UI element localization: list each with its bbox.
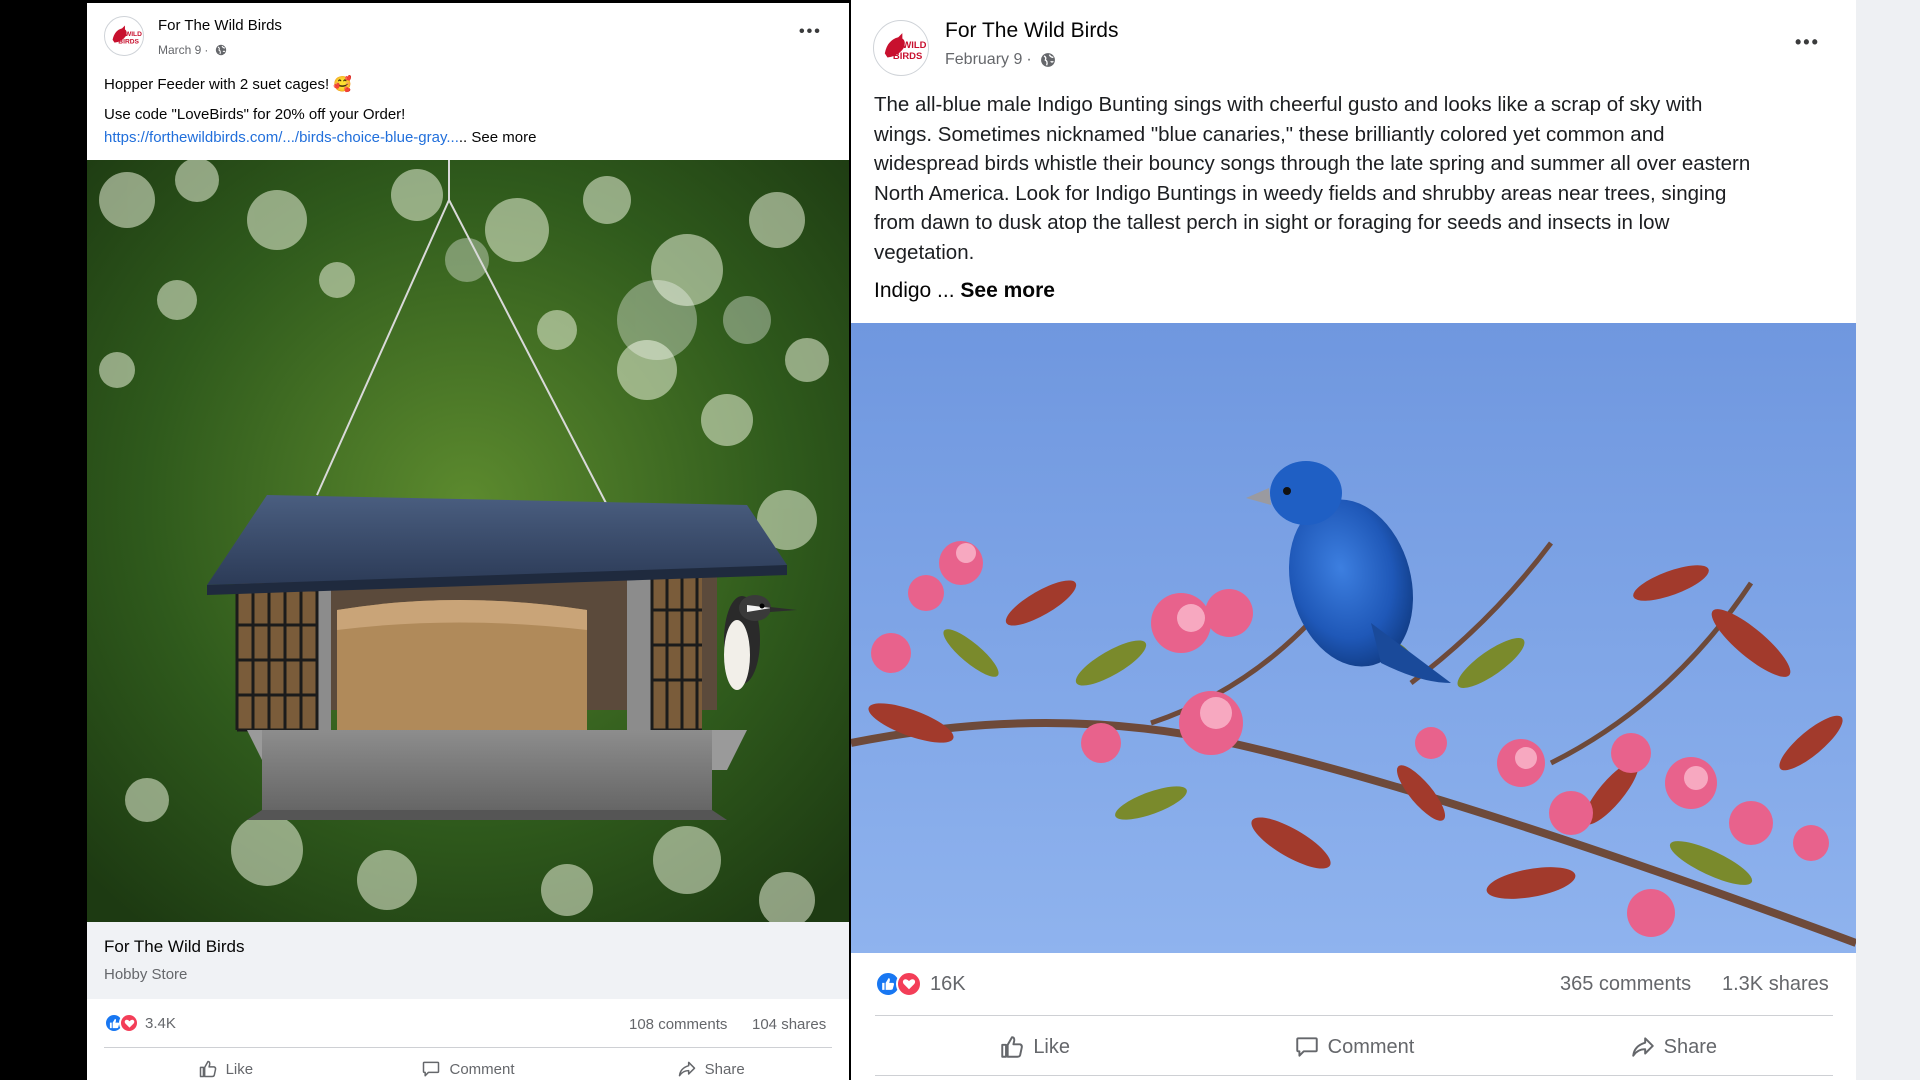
tail-text: Indigo ... — [874, 279, 961, 302]
page-name-link[interactable]: For The Wild Birds — [945, 19, 1119, 43]
page-card[interactable] — [87, 922, 849, 999]
post-photo-indigo-bunting[interactable] — [851, 323, 1856, 953]
globe-icon — [216, 44, 227, 56]
reaction-summary[interactable]: 3.4K — [104, 1013, 176, 1033]
logo-text-wild: WILD — [125, 31, 142, 38]
post-link[interactable]: https://forthewildbirds.com/.../birds-ch… — [104, 129, 459, 146]
page-card-title[interactable]: For The Wild Birds — [104, 937, 244, 957]
more-options-icon[interactable]: ••• — [799, 23, 822, 41]
thumbs-up-icon — [199, 1060, 216, 1078]
post-text-line3: https://forthewildbirds.com/.../birds-ch… — [104, 129, 536, 146]
like-button[interactable]: Like — [104, 1051, 347, 1080]
share-label: Share — [1663, 1035, 1717, 1058]
page-avatar[interactable]: WILD BIRDS — [873, 20, 929, 76]
shares-count[interactable]: 1.3K shares — [1722, 973, 1829, 996]
like-label: Like — [1033, 1035, 1071, 1058]
comments-count[interactable]: 108 comments — [629, 1016, 727, 1033]
wild-birds-logo: WILD BIRDS — [876, 23, 927, 73]
comments-count[interactable]: 365 comments — [1560, 973, 1691, 996]
logo-text-birds: BIRDS — [118, 39, 139, 46]
page-name-link[interactable]: For The Wild Birds — [158, 17, 282, 34]
reaction-summary[interactable]: 16K — [875, 971, 966, 997]
shares-count[interactable]: 104 shares — [752, 1016, 826, 1033]
love-reaction-icon — [896, 971, 922, 997]
thumbs-up-icon — [1001, 1036, 1024, 1058]
post-text-line2: Use code "LoveBirds" for 20% off your Or… — [104, 106, 406, 123]
post-body-line: wings. Sometimes nicknamed "blue canarie… — [874, 122, 1665, 146]
globe-icon — [1040, 53, 1055, 67]
post-actions: Like Comment Share — [104, 1051, 832, 1080]
comment-label: Comment — [449, 1060, 515, 1078]
post-actions: Like Comment Share — [875, 1025, 1833, 1069]
post-body-line: North America. Look for Indigo Buntings … — [874, 181, 1727, 205]
more-options-icon[interactable]: ••• — [1795, 32, 1820, 53]
post-date[interactable]: March 9 — [158, 43, 201, 57]
comment-button[interactable]: Comment — [1194, 1025, 1513, 1069]
actions-bottom-divider — [875, 1075, 1833, 1076]
actions-divider — [104, 1047, 832, 1048]
reaction-count: 16K — [930, 972, 966, 995]
comment-label: Comment — [1327, 1035, 1415, 1058]
comment-icon — [423, 1061, 440, 1077]
share-button[interactable]: Share — [589, 1051, 832, 1080]
actions-divider — [875, 1015, 1833, 1016]
share-icon — [678, 1061, 695, 1077]
share-icon — [1631, 1037, 1654, 1057]
post-date[interactable]: February 9 — [945, 51, 1022, 69]
like-button[interactable]: Like — [875, 1025, 1194, 1069]
background-gutter — [1856, 0, 1920, 1080]
post-body-line: from dawn to dusk atop the tallest perch… — [874, 211, 1670, 235]
post-body-line: widespread birds whistle their bouncy so… — [874, 152, 1751, 176]
link-ellipsis: .. — [458, 129, 468, 146]
see-more-link[interactable]: See more — [960, 279, 1055, 302]
share-label: Share — [704, 1060, 745, 1078]
post-card-left: WILD BIRDS For The Wild Birds March 9 · … — [87, 3, 849, 1080]
post-body-line: The all-blue male Indigo Bunting sings w… — [874, 93, 1703, 116]
post-meta: March 9 · — [158, 43, 227, 57]
logo-text-wild: WILD — [902, 40, 926, 51]
comment-button[interactable]: Comment — [347, 1051, 590, 1080]
post-meta: February 9 · — [945, 51, 1056, 69]
love-reaction-icon — [119, 1013, 139, 1033]
page-avatar[interactable]: WILD BIRDS — [104, 16, 144, 56]
post-body-line: vegetation. — [874, 240, 975, 264]
post-photo-feeder[interactable] — [87, 160, 849, 922]
page-card-category: Hobby Store — [104, 966, 188, 983]
comment-icon — [1295, 1037, 1318, 1057]
logo-text-birds: BIRDS — [893, 51, 922, 62]
see-more-link[interactable]: See more — [471, 129, 536, 146]
share-button[interactable]: Share — [1514, 1025, 1833, 1069]
reaction-count: 3.4K — [145, 1014, 176, 1032]
post-card-right: WILD BIRDS For The Wild Birds February 9… — [851, 0, 1856, 1080]
post-text-line1: Hopper Feeder with 2 suet cages! 🥰 — [104, 76, 352, 93]
wild-birds-logo: WILD BIRDS — [106, 18, 142, 54]
post-body-tail: Indigo ... See more — [874, 279, 1055, 303]
like-label: Like — [225, 1060, 254, 1078]
post-body: The all-blue male Indigo Bunting sings w… — [874, 90, 1844, 268]
